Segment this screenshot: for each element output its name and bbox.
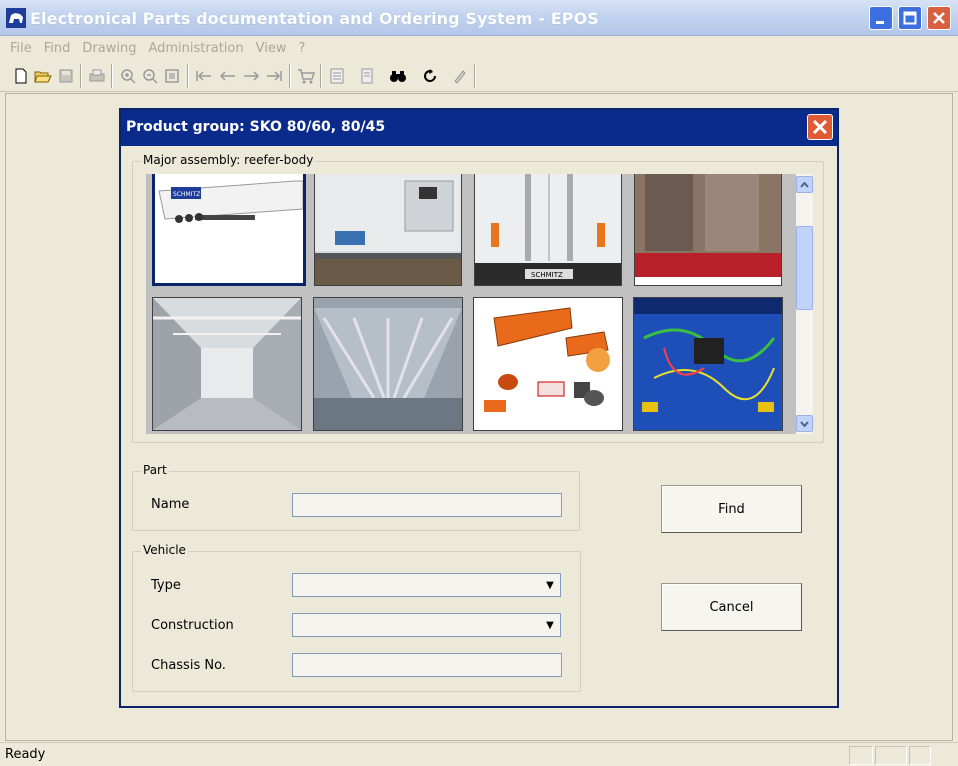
maximize-button[interactable] <box>898 6 922 30</box>
window-title: Electronical Parts documentation and Ord… <box>30 9 599 28</box>
first-icon[interactable] <box>193 65 215 87</box>
svg-text:SCHMITZ: SCHMITZ <box>173 191 200 198</box>
close-icon <box>933 12 945 24</box>
thumbnail-refrigeration-unit[interactable] <box>314 174 462 286</box>
thumbnail-lights-parts[interactable] <box>473 297 623 431</box>
dialog-title: Product group: SKO 80/60, 80/45 <box>126 119 386 135</box>
new-icon[interactable] <box>10 65 32 87</box>
minimize-button[interactable] <box>869 6 893 30</box>
major-assembly-label: Major assembly: reefer-body <box>141 153 316 167</box>
save-icon[interactable] <box>55 65 77 87</box>
app-icon <box>6 8 26 28</box>
thumbnail-rear-doors[interactable]: SCHMITZ <box>474 174 622 286</box>
construction-select[interactable]: ▼ <box>292 613 561 637</box>
type-label: Type <box>151 578 181 593</box>
open-icon[interactable] <box>32 65 54 87</box>
scroll-thumb[interactable] <box>796 226 813 310</box>
name-label: Name <box>151 497 190 512</box>
product-group-dialog: Product group: SKO 80/60, 80/45 Major as… <box>119 108 839 708</box>
chassis-label: Chassis No. <box>151 658 226 673</box>
list-icon[interactable] <box>326 65 348 87</box>
chevron-up-icon <box>800 181 809 188</box>
thumbnail-gallery: SCHMITZ SCHMITZ <box>146 174 796 434</box>
menu-drawing[interactable]: Drawing <box>76 41 142 56</box>
dialog-body: Major assembly: reefer-body SCHMITZ SCHM… <box>121 146 837 706</box>
print-icon[interactable] <box>86 65 108 87</box>
last-icon[interactable] <box>263 65 285 87</box>
vehicle-group: Vehicle Type ▼ Construction ▼ Chassis No… <box>132 543 581 692</box>
menu-view[interactable]: View <box>250 41 293 56</box>
svg-text:SCHMITZ: SCHMITZ <box>531 271 563 279</box>
prev-icon[interactable] <box>217 65 239 87</box>
refresh-icon[interactable] <box>419 65 441 87</box>
status-bar: Ready <box>0 742 958 766</box>
document-icon[interactable] <box>356 65 378 87</box>
menu-bar: File Find Drawing Administration View ? <box>0 36 958 60</box>
cancel-button[interactable]: Cancel <box>661 583 802 631</box>
thumbnail-door-detail[interactable] <box>634 174 782 286</box>
status-pane-3 <box>909 746 931 765</box>
major-assembly-group: Major assembly: reefer-body SCHMITZ SCHM… <box>132 153 824 443</box>
toolbar <box>0 60 958 92</box>
maximize-icon <box>903 11 917 25</box>
menu-file[interactable]: File <box>4 41 38 56</box>
zoom-fit-icon[interactable] <box>161 65 183 87</box>
thumbnail-wiring[interactable] <box>633 297 783 431</box>
find-binoculars-icon[interactable] <box>387 65 409 87</box>
type-select[interactable]: ▼ <box>292 573 561 597</box>
part-group-label: Part <box>141 463 169 477</box>
thumbnail-interior-ceiling[interactable] <box>152 297 302 431</box>
gallery-scrollbar[interactable] <box>796 174 813 434</box>
construction-label: Construction <box>151 618 234 633</box>
menu-find[interactable]: Find <box>38 41 77 56</box>
find-button[interactable]: Find <box>661 485 802 533</box>
part-group: Part Name <box>132 463 580 531</box>
window-title-bar: Electronical Parts documentation and Ord… <box>0 0 958 36</box>
cart-icon[interactable] <box>295 65 317 87</box>
menu-help[interactable]: ? <box>292 41 311 56</box>
chassis-number-input[interactable] <box>292 653 562 677</box>
thumbnail-trailer[interactable]: SCHMITZ <box>152 174 306 286</box>
status-pane-2 <box>875 746 907 765</box>
status-pane-1 <box>849 746 873 765</box>
dialog-close-button[interactable] <box>807 114 833 140</box>
zoom-in-icon[interactable] <box>117 65 139 87</box>
menu-administration[interactable]: Administration <box>142 41 249 56</box>
scroll-down-button[interactable] <box>796 415 813 432</box>
edit-icon[interactable] <box>449 65 471 87</box>
dialog-title-bar: Product group: SKO 80/60, 80/45 <box>121 110 837 146</box>
vehicle-group-label: Vehicle <box>141 543 188 557</box>
zoom-out-icon[interactable] <box>139 65 161 87</box>
scroll-up-button[interactable] <box>796 176 813 193</box>
part-name-input[interactable] <box>292 493 562 517</box>
close-icon <box>812 119 828 135</box>
chevron-down-icon[interactable]: ▼ <box>541 615 559 635</box>
status-text: Ready <box>5 747 46 762</box>
chevron-down-icon <box>800 420 809 427</box>
chevron-down-icon[interactable]: ▼ <box>541 575 559 595</box>
close-window-button[interactable] <box>927 6 951 30</box>
thumbnail-interior-floor[interactable] <box>313 297 463 431</box>
next-icon[interactable] <box>240 65 262 87</box>
minimize-icon <box>876 21 884 24</box>
